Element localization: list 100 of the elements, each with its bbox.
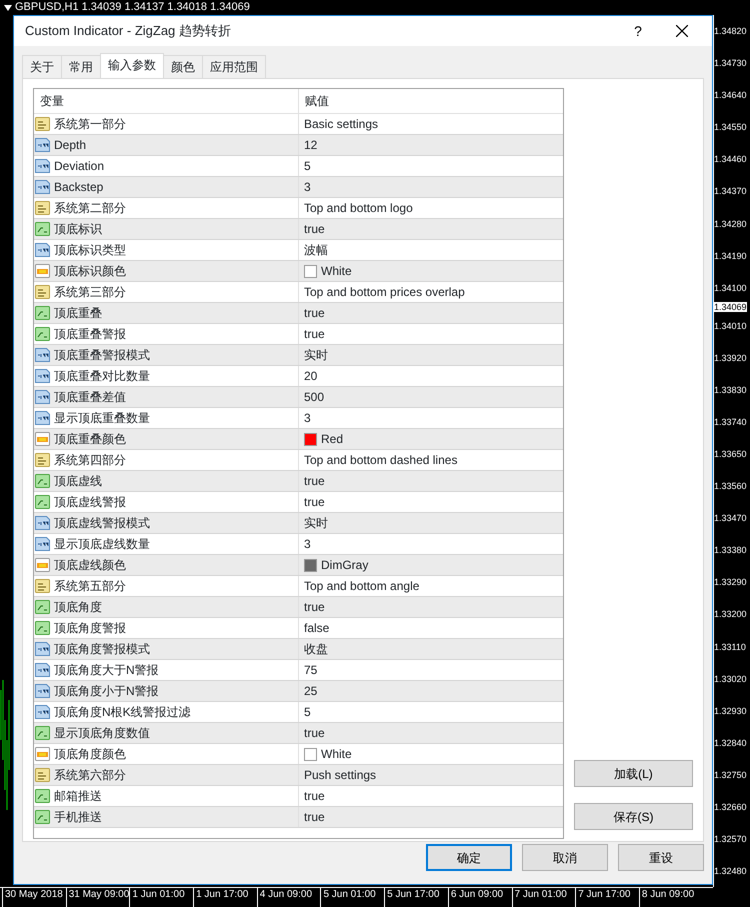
price-label: 1.33200 <box>714 608 748 622</box>
tab[interactable]: 应用范围 <box>202 55 266 78</box>
parameter-name: 顶底标识颜色 <box>54 263 126 280</box>
dropdown-triangle-icon[interactable] <box>4 4 12 10</box>
parameter-name: 显示顶底角度数值 <box>54 725 150 742</box>
column-header[interactable]: 赋值 <box>299 89 329 113</box>
price-label: 1.32930 <box>714 704 748 718</box>
parameter-name: Deviation <box>54 158 104 175</box>
price-label: 1.33110 <box>714 640 747 654</box>
parameter-row[interactable]: Backstep 3 <box>34 177 563 198</box>
parameter-name: 顶底标识 <box>54 221 102 238</box>
current-price-label: 1.34069 <box>714 302 747 312</box>
parameter-value: 500 <box>304 389 324 406</box>
parameter-name: 顶底角度警报模式 <box>54 641 150 658</box>
parameter-value: Top and bottom logo <box>304 200 413 217</box>
side-button[interactable]: 加载(L) <box>574 760 693 787</box>
parameter-row[interactable]: Depth 12 <box>34 135 563 156</box>
parameter-row[interactable]: 顶底重叠 true <box>34 303 563 324</box>
parameter-name: 顶底重叠对比数量 <box>54 368 150 385</box>
parameter-name: 顶底角度颜色 <box>54 746 126 763</box>
parameter-name: 显示顶底重叠数量 <box>54 410 150 427</box>
price-label: 1.32480 <box>714 865 748 878</box>
parameter-name: 顶底虚线警报模式 <box>54 515 150 532</box>
parameter-value: 25 <box>304 683 318 700</box>
time-label: 1 Jun 17:00 <box>193 888 257 907</box>
parameter-row[interactable]: 顶底角度小于N警报 25 <box>34 681 563 702</box>
parameter-row[interactable]: 顶底重叠颜色 Red <box>34 429 563 450</box>
parameter-name: 顶底重叠差值 <box>54 389 126 406</box>
parameter-name: 系统第一部分 <box>54 116 126 133</box>
price-label: 1.34820 <box>714 25 748 38</box>
parameter-value: 3 <box>304 179 311 196</box>
close-icon <box>676 25 688 37</box>
parameter-value: true <box>304 326 325 343</box>
parameter-name: 系统第五部分 <box>54 578 126 595</box>
parameter-name: 显示顶底虚线数量 <box>54 536 150 553</box>
price-label: 1.33650 <box>714 448 748 462</box>
parameter-row[interactable]: 顶底虚线颜色 DimGray <box>34 555 563 576</box>
parameter-name: 顶底虚线 <box>54 473 102 490</box>
help-button[interactable]: ? <box>616 20 660 42</box>
parameter-value: 5 <box>304 704 311 721</box>
parameter-value: White <box>321 746 352 763</box>
parameter-name: 系统第三部分 <box>54 284 126 301</box>
parameter-row[interactable]: 顶底标识颜色 White <box>34 261 563 282</box>
parameter-value: Top and bottom angle <box>304 578 420 595</box>
parameter-row[interactable]: 显示顶底角度数值 true <box>34 723 563 744</box>
price-label: 1.34460 <box>714 153 748 166</box>
parameter-name: 顶底虚线警报 <box>54 494 126 511</box>
parameter-value: true <box>304 599 325 616</box>
price-label: 1.33560 <box>714 480 748 494</box>
price-label: 1.33740 <box>714 416 748 429</box>
parameter-value: 3 <box>304 410 311 427</box>
parameter-row[interactable]: 顶底虚线 true <box>34 471 563 492</box>
parameter-value: Red <box>321 431 344 448</box>
parameter-value: DimGray <box>321 557 368 574</box>
price-label: 1.34730 <box>714 57 748 70</box>
price-label: 1.34280 <box>714 218 748 230</box>
price-label: 1.34010 <box>714 320 748 333</box>
parameter-row[interactable]: 顶底虚线警报模式 实时 <box>34 513 563 534</box>
parameter-row[interactable]: 手机推送 true <box>34 807 563 828</box>
parameter-row[interactable]: 顶底标识 true <box>34 219 563 240</box>
time-label: 5 Jun 17:00 <box>384 888 448 907</box>
parameter-value: 收盘 <box>304 641 328 658</box>
parameter-name: 顶底重叠 <box>54 305 102 322</box>
symbol-quote: GBPUSD,H1 1.34039 1.34137 1.34018 1.34069 <box>15 0 250 15</box>
tab[interactable]: 输入参数 <box>100 53 164 78</box>
parameter-name: Depth <box>54 137 86 154</box>
parameter-value: true <box>304 305 325 322</box>
price-label: 1.34190 <box>714 250 748 263</box>
price-label: 1.32660 <box>714 800 748 814</box>
tab[interactable]: 关于 <box>22 55 62 78</box>
price-label: 1.33020 <box>714 672 748 686</box>
parameter-value: false <box>304 620 330 637</box>
parameter-row[interactable]: 顶底角度 true <box>34 597 563 618</box>
price-label: 1.32750 <box>714 768 748 782</box>
parameter-name: 手机推送 <box>54 809 102 826</box>
price-label: 1.33290 <box>714 576 748 590</box>
parameter-row[interactable]: 顶底重叠警报模式 实时 <box>34 345 563 366</box>
side-button[interactable]: 保存(S) <box>574 803 693 830</box>
parameter-row[interactable]: 顶底重叠差值 500 <box>34 387 563 408</box>
parameter-row[interactable]: 顶底角度警报模式 收盘 <box>34 639 563 660</box>
column-header[interactable]: 变量 <box>34 89 299 113</box>
parameter-value: 实时 <box>304 515 328 532</box>
parameter-name: Backstep <box>54 179 104 196</box>
parameter-name: 系统第四部分 <box>54 452 126 469</box>
dialog-title: Custom Indicator - ZigZag 趋势转折 <box>24 22 232 40</box>
dialog-button[interactable]: 重设 <box>618 844 704 871</box>
price-label: 1.34640 <box>714 89 748 102</box>
parameter-value: Top and bottom dashed lines <box>304 452 458 469</box>
time-label: 31 May 09:00 <box>66 888 130 907</box>
parameter-row[interactable]: 系统第六部分 Push settings <box>34 765 563 786</box>
parameter-value: 75 <box>304 662 318 679</box>
parameter-name: 顶底重叠颜色 <box>54 431 126 448</box>
dialog-button[interactable]: 取消 <box>522 844 608 871</box>
time-label: 1 Jun 01:00 <box>129 888 194 907</box>
dialog-button[interactable]: 确定 <box>426 844 512 871</box>
parameter-name: 顶底角度N根K线警报过滤 <box>54 704 191 721</box>
price-label: 1.32840 <box>714 736 748 750</box>
parameter-name: 邮箱推送 <box>54 788 102 805</box>
parameter-name: 系统第六部分 <box>54 767 126 784</box>
price-label: 1.33470 <box>714 512 748 526</box>
